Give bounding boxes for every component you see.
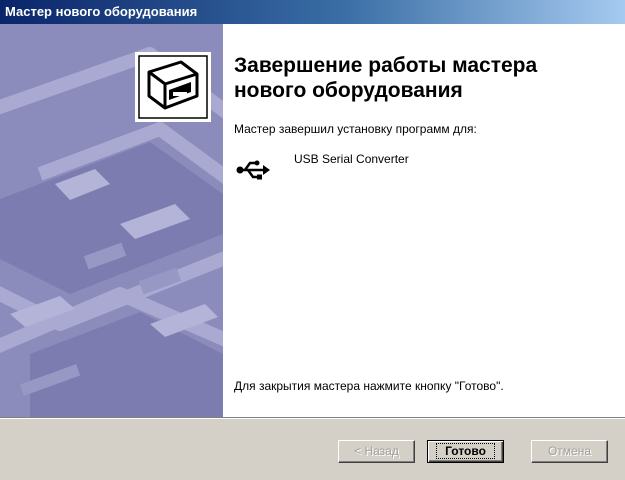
wizard-content: Завершение работы мастера нового оборудо… xyxy=(223,24,625,417)
device-name: USB Serial Converter xyxy=(294,152,409,166)
usb-icon xyxy=(236,160,270,180)
title-bar[interactable]: Мастер нового оборудования xyxy=(0,0,625,24)
finish-instruction: Для закрытия мастера нажмите кнопку "Гот… xyxy=(234,379,504,393)
finish-button[interactable]: Готово xyxy=(427,440,504,463)
cancel-button[interactable]: Отмена xyxy=(531,440,608,463)
wizard-side-banner xyxy=(0,24,223,417)
hardware-wizard-icon xyxy=(135,52,211,122)
button-bar: < Назад Готово Отмена xyxy=(0,419,625,480)
window-title: Мастер нового оборудования xyxy=(5,4,198,19)
back-button[interactable]: < Назад xyxy=(338,440,415,463)
completion-message: Мастер завершил установку программ для: xyxy=(234,122,477,136)
hardware-wizard-window: Мастер нового оборудования Завершение ра… xyxy=(0,0,625,480)
page-title: Завершение работы мастера нового оборудо… xyxy=(234,54,538,102)
finish-button-label: Готово xyxy=(436,443,495,459)
